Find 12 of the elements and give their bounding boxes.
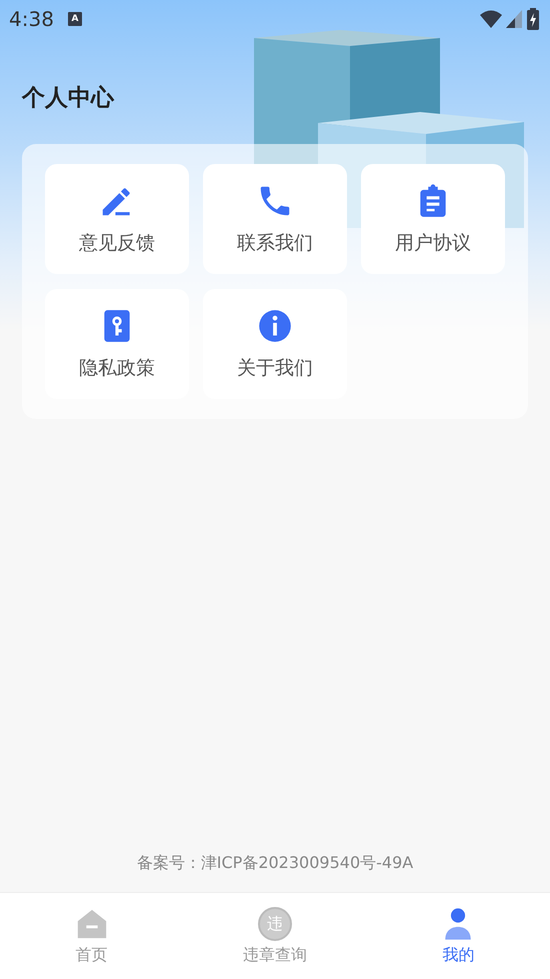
menu-tile[interactable]: 意见反馈 xyxy=(45,164,189,274)
battery-icon xyxy=(526,8,540,30)
page-title: 个人中心 xyxy=(22,84,116,113)
notification-icon: A xyxy=(68,12,82,26)
wifi-icon xyxy=(480,10,502,28)
icp-record-text: 备案号：津ICP备2023009540号-49A xyxy=(136,853,414,874)
info-icon xyxy=(256,307,294,345)
menu-tile[interactable]: 联系我们 xyxy=(203,164,347,274)
menu-tile[interactable]: 用户协议 xyxy=(361,164,505,274)
status-time: 4:38 xyxy=(9,7,54,31)
nav-tab[interactable]: 我的 xyxy=(366,893,550,979)
signal-icon xyxy=(506,10,522,28)
